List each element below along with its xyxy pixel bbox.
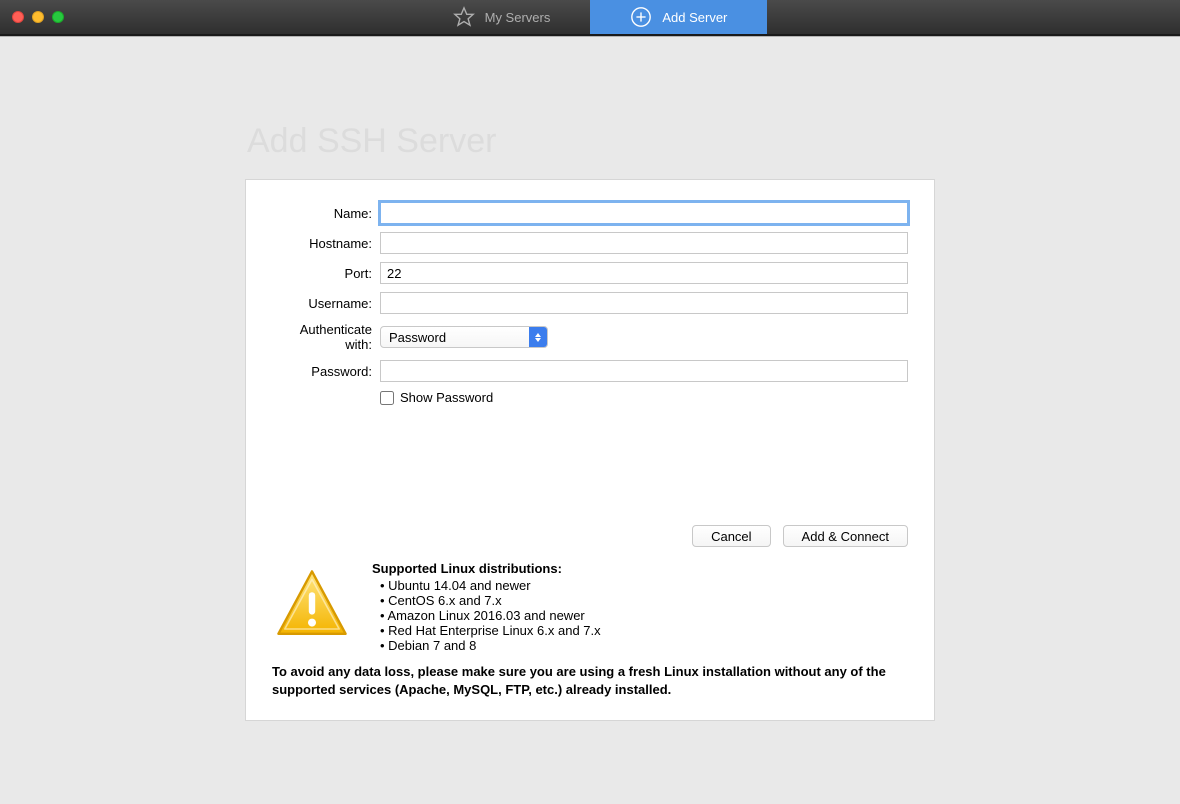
list-item: Red Hat Enterprise Linux 6.x and 7.x [380, 623, 908, 638]
tab-label: My Servers [485, 10, 551, 25]
list-item: Amazon Linux 2016.03 and newer [380, 608, 908, 623]
name-input[interactable] [380, 202, 908, 224]
hostname-input[interactable] [380, 232, 908, 254]
star-icon [453, 6, 475, 28]
titlebar: My Servers Add Server [0, 0, 1180, 36]
row-password: Password: [272, 360, 908, 382]
password-input[interactable] [380, 360, 908, 382]
warning-icon [272, 565, 352, 645]
port-label: Port: [272, 266, 380, 281]
info-section: Supported Linux distributions: Ubuntu 14… [272, 561, 908, 653]
close-window-button[interactable] [12, 11, 24, 23]
list-item: Ubuntu 14.04 and newer [380, 578, 908, 593]
port-input[interactable] [380, 262, 908, 284]
tab-bar: My Servers Add Server [413, 0, 768, 34]
content-area: Add SSH Server Name: Hostname: Port: Use… [0, 36, 1180, 804]
main-window: My Servers Add Server Add SSH Server Nam… [0, 0, 1180, 804]
row-authenticate: Authenticate with: Password [272, 322, 908, 352]
row-show-password: Show Password [380, 390, 908, 405]
row-username: Username: [272, 292, 908, 314]
name-label: Name: [272, 206, 380, 221]
list-item: Debian 7 and 8 [380, 638, 908, 653]
row-hostname: Hostname: [272, 232, 908, 254]
spacer [272, 405, 908, 525]
username-input[interactable] [380, 292, 908, 314]
authenticate-select-wrap: Password [380, 326, 548, 348]
authenticate-label: Authenticate with: [272, 322, 380, 352]
row-name: Name: [272, 202, 908, 224]
tab-label: Add Server [662, 10, 727, 25]
show-password-label: Show Password [400, 390, 493, 405]
hostname-label: Hostname: [272, 236, 380, 251]
list-item: CentOS 6.x and 7.x [380, 593, 908, 608]
distro-block: Supported Linux distributions: Ubuntu 14… [372, 561, 908, 653]
tab-my-servers[interactable]: My Servers [413, 0, 591, 34]
page-title: Add SSH Server [245, 122, 935, 161]
warning-text: To avoid any data loss, please make sure… [272, 663, 908, 698]
username-label: Username: [272, 296, 380, 311]
authenticate-select[interactable]: Password [380, 326, 548, 348]
minimize-window-button[interactable] [32, 11, 44, 23]
add-connect-button[interactable]: Add & Connect [783, 525, 908, 547]
maximize-window-button[interactable] [52, 11, 64, 23]
button-row: Cancel Add & Connect [272, 525, 908, 547]
show-password-checkbox[interactable] [380, 391, 394, 405]
plus-circle-icon [630, 6, 652, 28]
distro-title: Supported Linux distributions: [372, 561, 908, 576]
password-label: Password: [272, 364, 380, 379]
window-controls [0, 11, 64, 23]
distro-list: Ubuntu 14.04 and newer CentOS 6.x and 7.… [372, 578, 908, 653]
tab-add-server[interactable]: Add Server [590, 0, 767, 34]
form-panel: Name: Hostname: Port: Username: Authenti… [245, 179, 935, 721]
row-port: Port: [272, 262, 908, 284]
cancel-button[interactable]: Cancel [692, 525, 770, 547]
